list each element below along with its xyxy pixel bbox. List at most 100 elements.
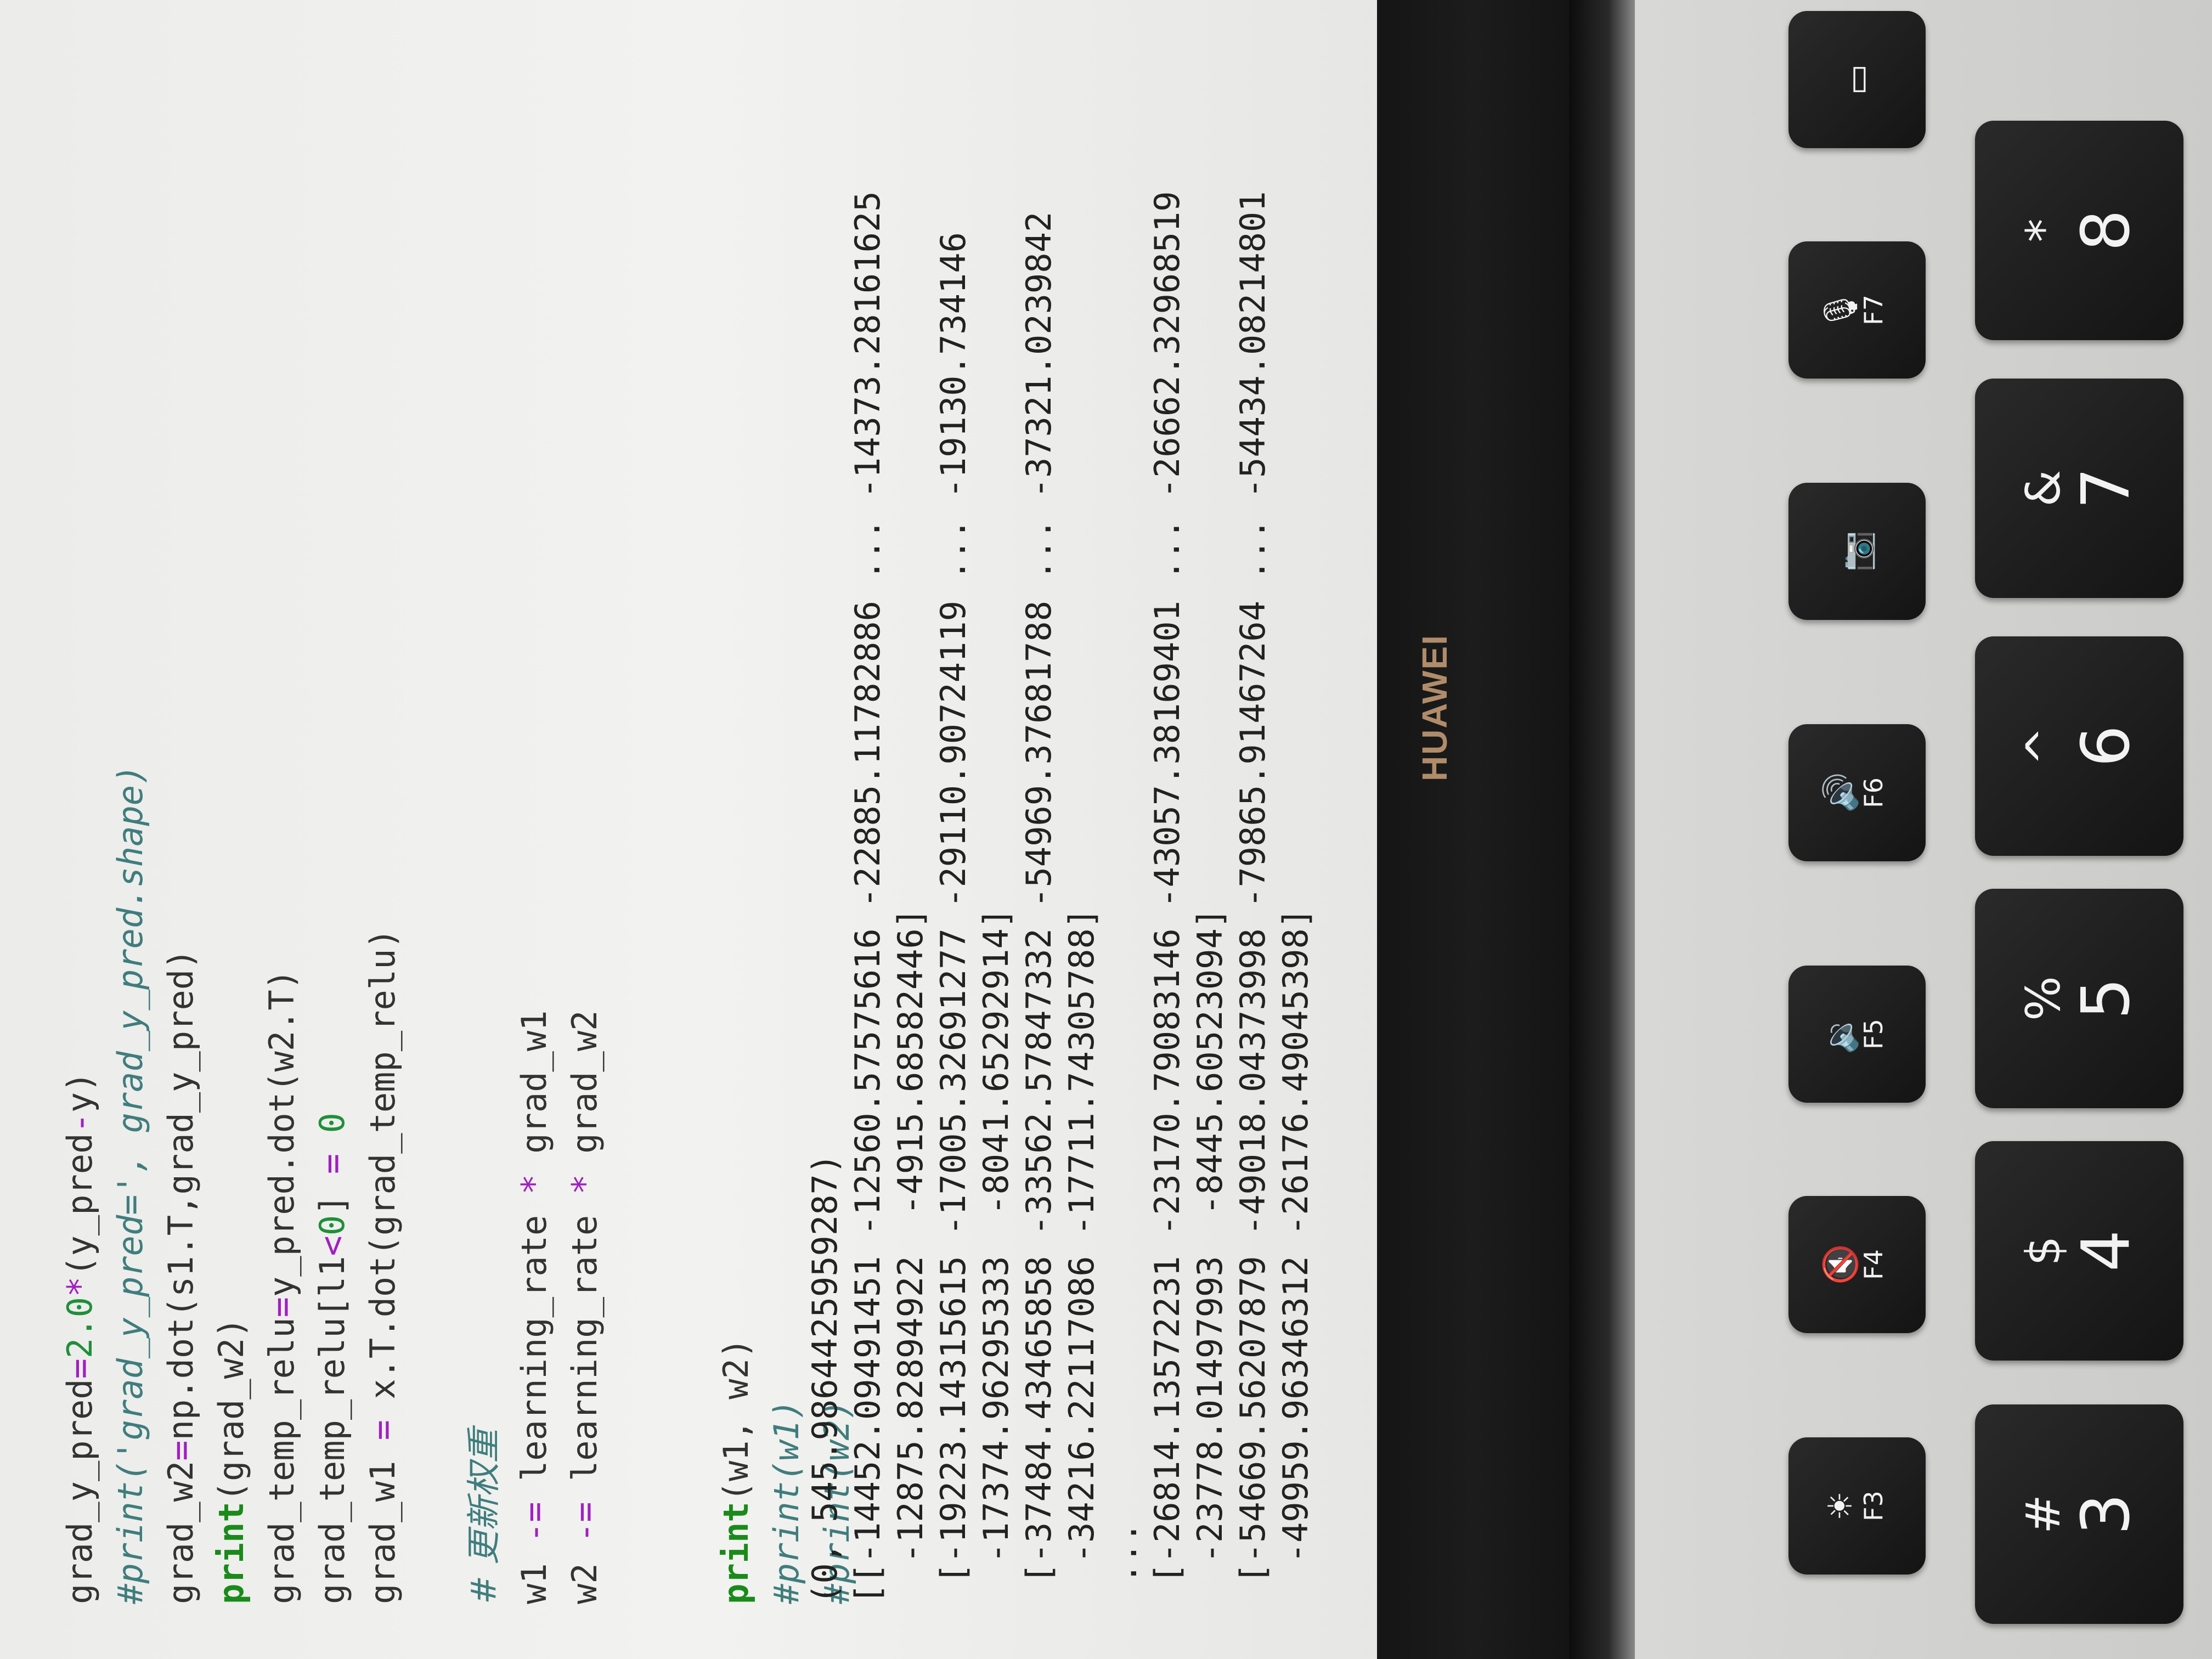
key-label: F5 [1859, 1019, 1888, 1049]
key-f3[interactable]: ☀ F3 [1788, 1437, 1926, 1575]
key-face: 🔊 F6 [1821, 772, 1890, 814]
mic-mute-icon: 🎙 [1821, 289, 1860, 331]
code-token: 0 [312, 1113, 352, 1133]
code-token: (y_pred [60, 1133, 100, 1277]
key-7[interactable]: & 7 [1975, 379, 2183, 598]
code-token: * [60, 1276, 100, 1297]
key-symbol: $ [2016, 1235, 2071, 1266]
key-f7[interactable]: 🎙 F7 [1788, 241, 1926, 379]
code-token: w1 [514, 1543, 554, 1604]
code-token: grad_w1 [514, 1010, 554, 1175]
code-token: * [565, 1174, 605, 1195]
volume-down-icon: 🔉 [1821, 1013, 1860, 1055]
code-token: = [262, 1297, 302, 1318]
key-face: ☀ F3 [1821, 1491, 1890, 1521]
key-symbol: & [2016, 470, 2071, 507]
code-line: grad_w1 = x.T.dot(grad_temp_relu) [358, 13, 408, 1604]
code-token: grad_w2 [161, 1460, 201, 1604]
code-token: - [60, 1113, 100, 1133]
output-line: -12875.82894922 -4915.68582446] [890, 907, 930, 1604]
code-token: w2 [565, 1543, 605, 1604]
key-4[interactable]: $4 [1975, 1141, 2183, 1361]
key-digit: 4 [2068, 1229, 2145, 1272]
code-token: (grad_w2) [211, 1317, 251, 1502]
key-face: * 8 [2016, 209, 2145, 252]
key-3[interactable]: #3 [1975, 1404, 2183, 1624]
key-5[interactable]: % 5 [1975, 889, 2183, 1108]
code-token: print [211, 1502, 251, 1604]
code-token: learning_rate [565, 1194, 605, 1502]
key-face: #3 [2016, 1493, 2145, 1536]
code-token: x.T.dot(grad_temp_relu) [363, 928, 403, 1420]
key-face: 🔉 F5 [1821, 1013, 1890, 1055]
key-digit: 8 [2068, 209, 2145, 252]
key-face: $4 [2016, 1229, 2145, 1272]
output-line: -23778.01497993 -8445.60523094] [1190, 907, 1230, 1604]
laptop-screen: grad_y_pred=2.0*(y_pred-y) #print('grad_y… [0, 0, 1404, 1659]
key-label: F4 [1859, 1249, 1888, 1280]
code-token: = [363, 1420, 403, 1441]
code-token: y) [60, 1071, 100, 1113]
code-cell[interactable]: grad_y_pred=2.0*(y_pred-y) #print('grad_y… [55, 13, 862, 1604]
key-display[interactable]: ▭ [1788, 11, 1926, 148]
photo-scene: grad_y_pred=2.0*(y_pred-y) #print('grad_y… [0, 0, 2212, 1659]
key-digit: 7 [2068, 467, 2145, 510]
code-line: print(grad_w2) [206, 13, 257, 1604]
brand-logo: HUAWEI [1404, 603, 1465, 812]
key-label: F6 [1859, 777, 1888, 808]
code-token: np.dot(s1.T,grad_y_pred) [161, 949, 201, 1441]
key-label: F3 [1859, 1491, 1888, 1521]
output-line: -49959.96346312 -26176.49045398] [1276, 907, 1316, 1604]
key-symbol: % [2016, 976, 2071, 1021]
output-line: -17374.96295333 -8041.65292914] [976, 907, 1016, 1604]
code-line: print(w1, w2) [711, 13, 761, 1604]
code-line: # 更新权重 [459, 13, 509, 1604]
code-token: (w1, w2) [716, 1338, 756, 1502]
key-digit: 3 [2068, 1493, 2145, 1536]
code-token: * [514, 1174, 554, 1195]
code-line: grad_temp_relu=y_pred.dot(w2.T) [257, 13, 307, 1604]
key-digit: 5 [2068, 977, 2145, 1020]
code-token: = [312, 1153, 352, 1175]
output-line: [-19223.14315615 -17005.32691277 -29110.… [933, 232, 973, 1604]
key-f6[interactable]: 🔊 F6 [1788, 724, 1926, 861]
code-token: # 更新权重 [464, 1429, 504, 1604]
key-digit: 6 [2068, 725, 2145, 768]
code-token: ] [312, 1174, 352, 1215]
key-camera[interactable]: 📷 [1788, 483, 1926, 620]
camera-icon: 📷 [1838, 531, 1876, 572]
key-f5[interactable]: 🔉 F5 [1788, 966, 1926, 1103]
key-face: & 7 [2016, 467, 2145, 510]
code-token: 2.0 [60, 1297, 100, 1359]
display-icon: ▭ [1838, 64, 1876, 95]
key-8[interactable]: * 8 [1975, 121, 2183, 340]
key-6[interactable]: ^ 6 [1975, 636, 2183, 856]
key-f4[interactable]: 🔇 F4 [1788, 1196, 1926, 1333]
code-token: = [161, 1440, 201, 1461]
code-line: grad_w2=np.dot(s1.T,grad_y_pred) [156, 13, 206, 1604]
key-face: ▭ [1838, 64, 1876, 95]
key-symbol: # [2016, 1494, 2071, 1534]
volume-up-icon: 🔊 [1821, 772, 1860, 814]
brightness-icon: ☀ [1821, 1491, 1860, 1521]
output-line: [-26814.13572231 -23170.79083146 -43057.… [1147, 191, 1187, 1604]
output-line: -34216.22117086 -17711.74305788] [1062, 907, 1102, 1604]
code-token: 0 [312, 1215, 352, 1236]
mute-icon: 🔇 [1821, 1244, 1860, 1285]
code-line: grad_temp_relu[l1<0] = 0 [307, 13, 358, 1604]
keyboard-deck: ☀ F3 🔇 F4 🔉 F5 🔊 F6 📷 🎙 F7 ▭ #3 $4% 5 ^ 6 & 7 * 8 [1635, 0, 2212, 1659]
code-token: grad_temp_relu [262, 1317, 302, 1604]
output-line: [-37484.43465858 -33562.57847332 -54969.… [1019, 211, 1059, 1604]
code-token: -= [514, 1502, 554, 1543]
output-line: [[-14452.09491451 -12560.57575616 -22885… [848, 191, 888, 1604]
code-token: grad_w1 [363, 1440, 403, 1604]
code-line: w1 -= learning_rate * grad_w1 [509, 13, 560, 1604]
code-token: y_pred.dot(w2.T) [262, 969, 302, 1297]
code-token: -= [565, 1502, 605, 1543]
code-token: = [60, 1358, 100, 1379]
key-face: 🎙 F7 [1821, 289, 1890, 331]
